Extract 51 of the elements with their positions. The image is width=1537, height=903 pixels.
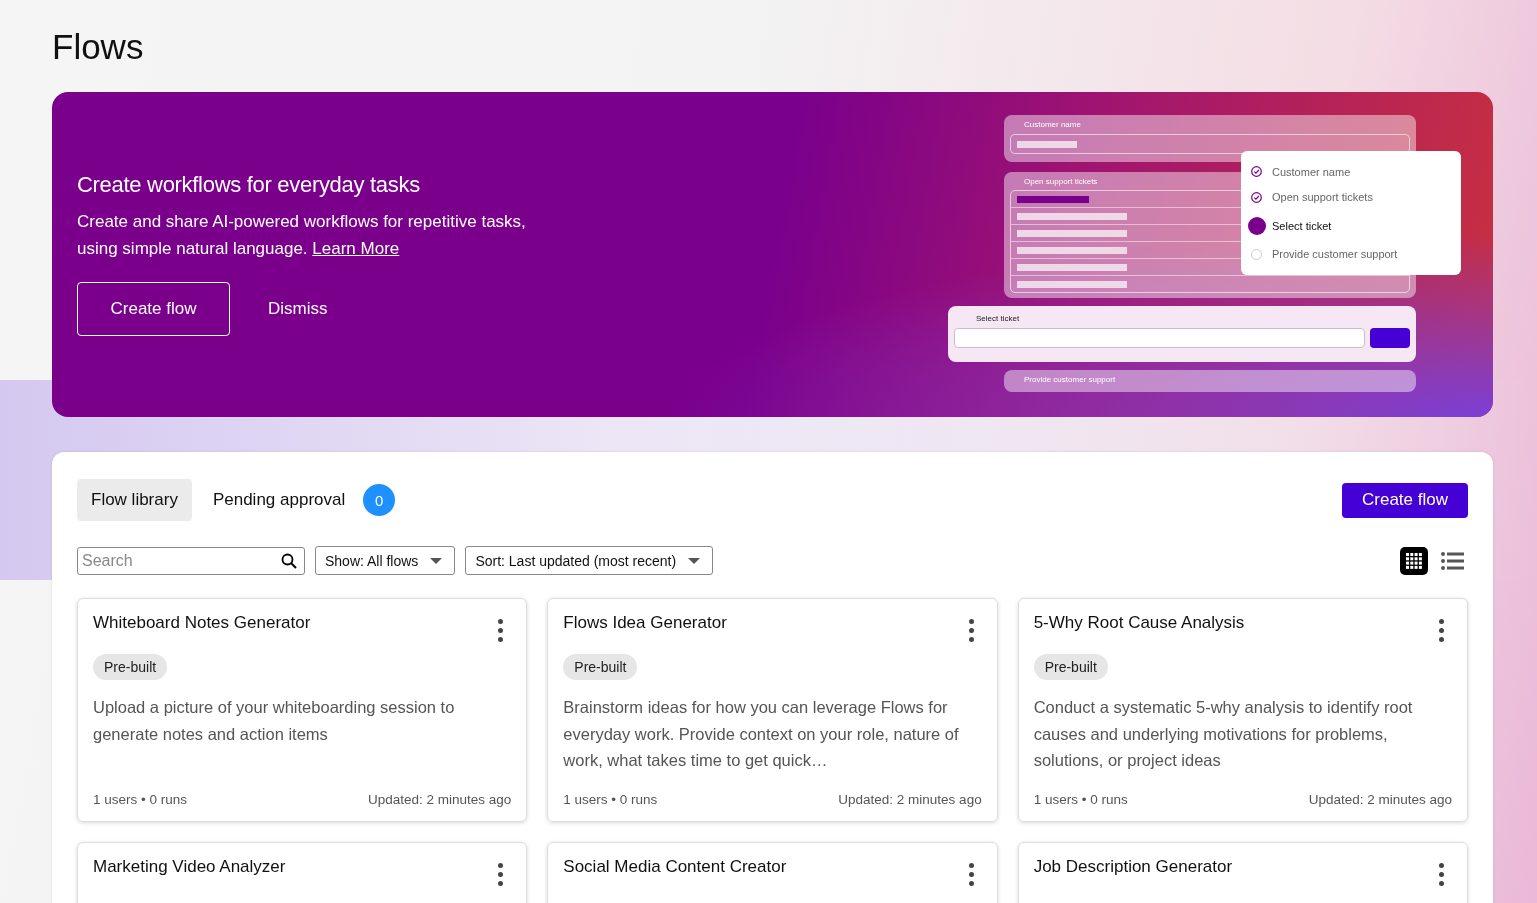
step-label: Open support tickets [1272,191,1373,204]
updated-time: Updated: 2 minutes ago [367,792,512,807]
tab[interactable]: Pending approval [198,479,360,521]
card-label: Open support tickets [1023,177,1099,186]
card-label: Select ticket [975,314,1021,323]
page-title: Flows [52,26,145,68]
usage-stats: 1 users • 0 runs [563,792,658,807]
tag: Pre-built [563,654,638,680]
tag: Pre-built [93,654,168,680]
card-description: Brainstorm ideas for how you can leverage Flows for everyday work. Provide context on your role, nature of work, what takes time to get quick… [563,697,960,771]
card-description: Conduct a systematic 5-why analysis to identify root causes and underlying motivations for problems, solutions, or project ideas [1033,697,1414,771]
step-label: Select ticket [1272,219,1332,232]
card-title: 5-Why Root Cause Analysis [1033,613,1245,634]
learn-more-link[interactable]: Learn More [312,239,400,258]
caret-icon [688,557,701,564]
count-badge: 0 [363,484,396,516]
flow-card[interactable]: Marketing Video Analyzer [77,842,528,903]
banner-text: Create and share AI-powered workflows for repetitive tasks, using simple natural language. Learn More [77,211,527,260]
flow-card[interactable]: Whiteboard Notes Generator Pre-built Upload a picture of your whiteboarding session to generate notes and action items 1 users • 0 runs Updated: 2 minutes ago [77,598,528,822]
flow-card[interactable] [547,598,998,822]
create-flow-button[interactable]: Create flow [77,282,230,336]
card-title: Flows Idea Generator [563,613,727,634]
tag: Pre-built [1033,654,1108,680]
card-label: Provide customer support [1023,375,1117,384]
usage-stats: 1 users • 0 runs [93,792,188,807]
card-title: Marketing Video Analyzer [93,857,286,878]
search-field[interactable]: Search [77,546,305,575]
caret-icon [430,557,443,564]
button-drawing [1370,328,1410,348]
flow-card[interactable]: Job Description Generator [1017,842,1468,903]
search-icon [281,552,297,569]
updated-time: Updated: 2 minutes ago [1308,792,1452,807]
card-title: Whiteboard Notes Generator [93,613,311,634]
usage-stats: 1 users • 0 runs [1033,792,1128,807]
card-label: Customer name [1023,120,1082,129]
card-title: Social Media Content Creator [563,857,787,878]
banner-heading: Create workflows for everyday tasks [77,172,421,198]
dismiss-button[interactable]: Dismiss [250,282,346,336]
grid-view-button[interactable] [1400,546,1428,575]
list-icon [1441,549,1465,572]
filter-dropdown[interactable]: Show: All flows [315,546,456,575]
card-title: Job Description Generator [1033,857,1233,878]
updated-time: Updated: 2 minutes ago [838,792,982,807]
tab[interactable]: Flow library [77,479,192,521]
flow-card[interactable] [1017,598,1468,822]
flow-card[interactable]: Social Media Content Creator [547,842,998,903]
card-description: Upload a picture of your whiteboarding session to generate notes and action items [93,697,456,745]
step-label: Provide customer support [1272,248,1398,261]
step-label: Customer name [1272,165,1351,178]
filter-dropdown[interactable]: Sort: Last updated (most recent) [465,546,714,575]
create-flow-button[interactable]: Create flow [1342,482,1468,518]
